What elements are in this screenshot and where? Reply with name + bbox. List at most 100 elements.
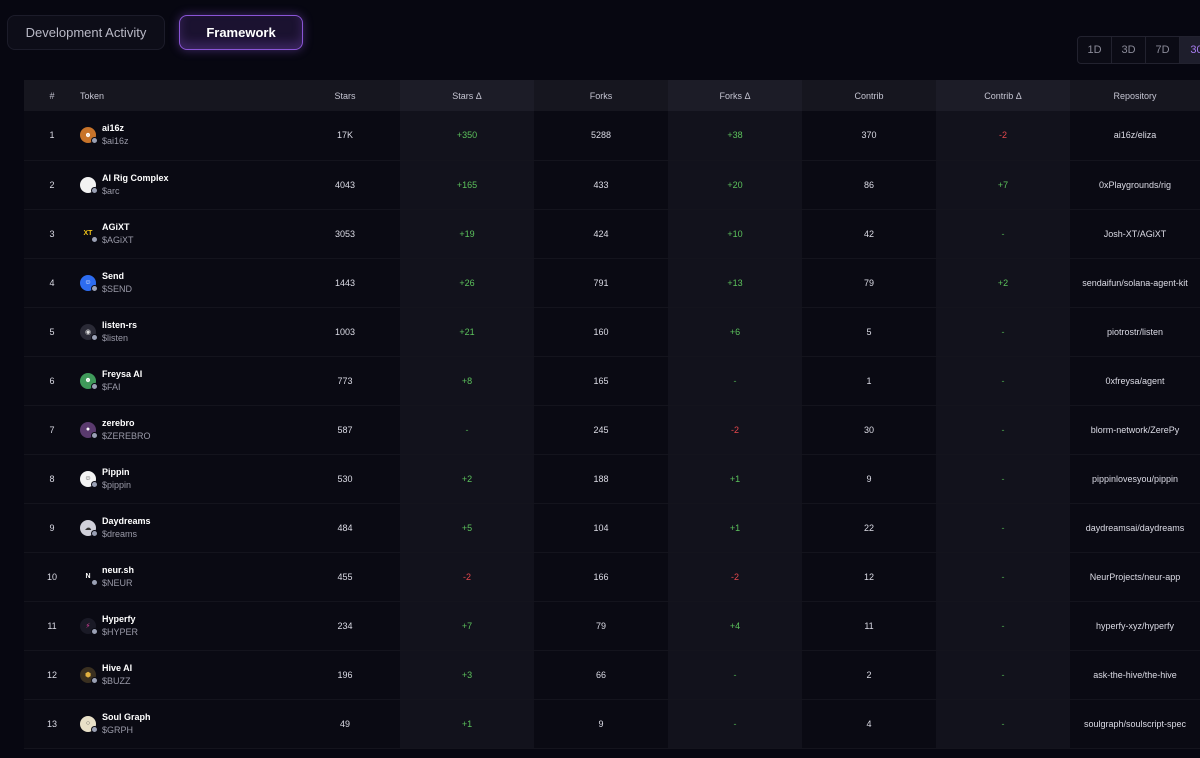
token-symbol: $SEND — [102, 283, 133, 294]
cell-stars-delta: +2 — [400, 454, 534, 503]
cell-contrib-delta: - — [936, 209, 1070, 258]
table-row[interactable]: 11 ⚡ Hyperfy $HYPER 234 +7 79 +4 11- hyperfy-xyz/… — [24, 601, 1200, 650]
range-option-7d[interactable]: 7D — [1146, 37, 1180, 63]
token-text: Soul Graph $GRPH — [102, 711, 151, 737]
cell-token[interactable]: Nneur.sh $NEUR — [80, 552, 290, 601]
cell-repository[interactable]: pippinlovesyou/pippin — [1070, 454, 1200, 503]
cell-token[interactable]: ☻ ai16z $ai16z — [80, 111, 290, 160]
token-info[interactable]: ☻ Freysa AI $FAI — [80, 368, 290, 394]
cell-token[interactable]: ☻ Freysa AI $FAI — [80, 356, 290, 405]
token-symbol: $HYPER — [102, 626, 139, 637]
table-row[interactable]: 9 ☁ Daydreams $dreams 484 +5 104 +1 22- daydreams… — [24, 503, 1200, 552]
header-contrib-delta[interactable]: Contrib Δ — [936, 80, 1070, 111]
table-row[interactable]: 1 ☻ ai16z $ai16z 17K +350 5288 +38 370 -2 ai16z/el… — [24, 111, 1200, 160]
cell-stars-delta: +7 — [400, 601, 534, 650]
cell-repository[interactable]: daydreamsai/daydreams — [1070, 503, 1200, 552]
cell-stars: 234 — [290, 601, 400, 650]
cell-contrib: 22 — [802, 503, 936, 552]
token-info[interactable]: ☻ ai16z $ai16z — [80, 122, 290, 148]
range-option-1d[interactable]: 1D — [1078, 37, 1112, 63]
table-row[interactable]: 8 ☺ Pippin $pippin 530 +2 188 +1 9- pippinlovesyo… — [24, 454, 1200, 503]
token-text: zerebro $ZEREBRO — [102, 417, 151, 443]
token-info[interactable]: Nneur.sh $NEUR — [80, 564, 290, 590]
cell-rank: 7 — [24, 405, 80, 454]
token-info[interactable]: ● zerebro $ZEREBRO — [80, 417, 290, 443]
header-token[interactable]: Token — [80, 80, 290, 111]
table-row[interactable]: 5 ◉ listen-rs $listen 1003 +21 160 +6 5- piotrost… — [24, 307, 1200, 356]
cell-contrib-delta: +2 — [936, 258, 1070, 307]
cell-repository[interactable]: piotrostr/listen — [1070, 307, 1200, 356]
table-row[interactable]: 6 ☻ Freysa AI $FAI 773 +8 165-1-0xfreysa/agent — [24, 356, 1200, 405]
cell-repository[interactable]: ai16z/eliza — [1070, 111, 1200, 160]
cell-token[interactable]: ○ Soul Graph $GRPH — [80, 699, 290, 748]
token-info[interactable]: ◉ listen-rs $listen — [80, 319, 290, 345]
header-contrib[interactable]: Contrib — [802, 80, 936, 111]
cell-token[interactable]: ☁ Daydreams $dreams — [80, 503, 290, 552]
cell-stars: 587 — [290, 405, 400, 454]
token-info[interactable]: ⚡ Hyperfy $HYPER — [80, 613, 290, 639]
token-info[interactable]: ⬢ Hive AI $BUZZ — [80, 662, 290, 688]
cell-rank: 6 — [24, 356, 80, 405]
cell-rank: 11 — [24, 601, 80, 650]
token-name: Daydreams — [102, 515, 151, 526]
cell-stars: 773 — [290, 356, 400, 405]
cell-rank: 3 — [24, 209, 80, 258]
header-repository[interactable]: Repository — [1070, 80, 1200, 111]
cell-repository[interactable]: soulgraph/soulscript-spec — [1070, 699, 1200, 748]
table-row[interactable]: 2 AI Rig Complex $arc 4043 +165 433 +20 86 +7 0xP… — [24, 160, 1200, 209]
cell-repository[interactable]: sendaifun/solana-agent-kit — [1070, 258, 1200, 307]
cell-token[interactable]: ◉ listen-rs $listen — [80, 307, 290, 356]
cell-forks: 9 — [534, 699, 668, 748]
token-name: AGiXT — [102, 221, 130, 232]
tab-development-activity[interactable]: Development Activity — [7, 15, 165, 50]
tab-framework[interactable]: Framework — [179, 15, 303, 50]
token-info[interactable]: ☺ Send $SEND — [80, 270, 290, 296]
cell-repository[interactable]: 0xPlaygrounds/rig — [1070, 160, 1200, 209]
time-range-selector: 1D 3D 7D 30 — [1077, 36, 1200, 64]
token-symbol: $BUZZ — [102, 675, 131, 686]
cell-repository[interactable]: NeurProjects/neur-app — [1070, 552, 1200, 601]
cell-contrib-delta: - — [936, 601, 1070, 650]
range-option-3d[interactable]: 3D — [1112, 37, 1146, 63]
cell-stars-delta: +8 — [400, 356, 534, 405]
table-row[interactable]: 7 ● zerebro $ZEREBRO 587-245 -2 30- blorm-netwo… — [24, 405, 1200, 454]
cell-token[interactable]: ⬢ Hive AI $BUZZ — [80, 650, 290, 699]
table-row[interactable]: 13 ○ Soul Graph $GRPH 49 +1 9-4- soulgraph/soul… — [24, 699, 1200, 748]
header-stars-delta[interactable]: Stars Δ — [400, 80, 534, 111]
header-rank[interactable]: # — [24, 80, 80, 111]
token-info[interactable]: ○ Soul Graph $GRPH — [80, 711, 290, 737]
header-forks-delta[interactable]: Forks Δ — [668, 80, 802, 111]
token-text: Freysa AI $FAI — [102, 368, 142, 394]
cell-token[interactable]: ● zerebro $ZEREBRO — [80, 405, 290, 454]
cell-repository[interactable]: blorm-network/ZerePy — [1070, 405, 1200, 454]
cell-repository[interactable]: Josh-XT/AGiXT — [1070, 209, 1200, 258]
table-row[interactable]: 12 ⬢ Hive AI $BUZZ 196 +3 66-2- ask-the-hive/th… — [24, 650, 1200, 699]
range-option-30d[interactable]: 30 — [1180, 37, 1200, 63]
cell-repository[interactable]: ask-the-hive/the-hive — [1070, 650, 1200, 699]
cell-forks-delta: +38 — [668, 111, 802, 160]
table-row[interactable]: 4 ☺ Send $SEND 1443 +26 791 +13 79 +2 sendaifun/so… — [24, 258, 1200, 307]
cell-rank: 5 — [24, 307, 80, 356]
cell-stars-delta: - — [400, 405, 534, 454]
cell-rank: 10 — [24, 552, 80, 601]
token-info[interactable]: XT AGiXT $AGiXT — [80, 221, 290, 247]
token-info[interactable]: AI Rig Complex $arc — [80, 172, 290, 198]
token-info[interactable]: ☁ Daydreams $dreams — [80, 515, 290, 541]
cell-contrib: 5 — [802, 307, 936, 356]
cell-token[interactable]: ☺ Send $SEND — [80, 258, 290, 307]
cell-forks-delta: +4 — [668, 601, 802, 650]
header-stars[interactable]: Stars — [290, 80, 400, 111]
cell-repository[interactable]: hyperfy-xyz/hyperfy — [1070, 601, 1200, 650]
cell-token[interactable]: ☺ Pippin $pippin — [80, 454, 290, 503]
header-forks[interactable]: Forks — [534, 80, 668, 111]
cell-repository[interactable]: 0xfreysa/agent — [1070, 356, 1200, 405]
token-info[interactable]: ☺ Pippin $pippin — [80, 466, 290, 492]
cell-token[interactable]: AI Rig Complex $arc — [80, 160, 290, 209]
cell-token[interactable]: ⚡ Hyperfy $HYPER — [80, 601, 290, 650]
cell-token[interactable]: XT AGiXT $AGiXT — [80, 209, 290, 258]
framework-dashboard: Development Activity Framework 1D 3D 7D … — [0, 0, 1200, 758]
cell-contrib: 86 — [802, 160, 936, 209]
table-row[interactable]: 10 Nneur.sh $NEUR 455 -2 166 -2 12- NeurProjects… — [24, 552, 1200, 601]
token-symbol: $dreams — [102, 528, 138, 539]
table-row[interactable]: 3 XT AGiXT $AGiXT 3053 +19 424 +10 42- Josh-XT/AG… — [24, 209, 1200, 258]
